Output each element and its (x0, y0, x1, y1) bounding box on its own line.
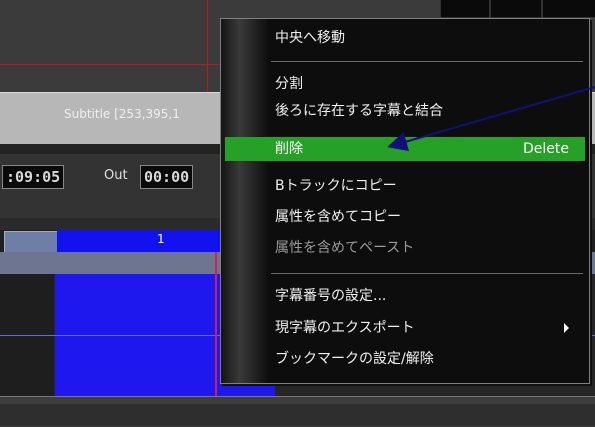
clip-number-label: 1 (157, 232, 165, 246)
in-timecode-field[interactable]: :09:05 (2, 165, 65, 189)
preview-guide-horizontal (0, 64, 230, 65)
menu-item-copy-to-b-track[interactable]: Bトラックにコピー (275, 174, 583, 198)
menu-item-set-subtitle-number[interactable]: 字幕番号の設定... (275, 284, 583, 308)
preview-guide-vertical (207, 0, 208, 92)
menu-item-join-next[interactable]: 後ろに存在する字幕と結合 (275, 99, 583, 123)
menu-separator (271, 61, 583, 62)
menu-separator (271, 273, 583, 274)
out-label: Out (104, 168, 128, 183)
ruler-clip-marker[interactable] (57, 230, 237, 252)
delete-shortcut: Delete (523, 141, 569, 157)
menu-item-move-center[interactable]: 中央へ移動 (275, 26, 583, 50)
out-timecode-field[interactable]: 00:00 (140, 165, 194, 189)
menu-item-delete[interactable]: 削除 Delete (225, 137, 585, 161)
menu-item-split[interactable]: 分割 (275, 72, 583, 96)
ruler-segment (4, 231, 58, 253)
playhead-line[interactable] (215, 252, 217, 396)
menu-side-strip (221, 19, 267, 383)
menu-item-paste-with-attributes: 属性を含めてペースト (275, 240, 415, 256)
menu-item-copy-with-attributes[interactable]: 属性を含めてコピー (275, 205, 583, 229)
subtitle-info-text: Subtitle [253,395,1 (64, 107, 180, 121)
submenu-arrow-icon (564, 323, 569, 333)
context-menu: 中央へ移動 分割 後ろに存在する字幕と結合 削除 Delete Bトラックにコピ… (220, 18, 590, 384)
menu-item-toggle-bookmark[interactable]: ブックマークの設定/解除 (275, 347, 583, 371)
bottom-panel-inner (0, 404, 595, 426)
menu-item-export-subtitle[interactable]: 現字幕のエクスポート (275, 316, 583, 340)
